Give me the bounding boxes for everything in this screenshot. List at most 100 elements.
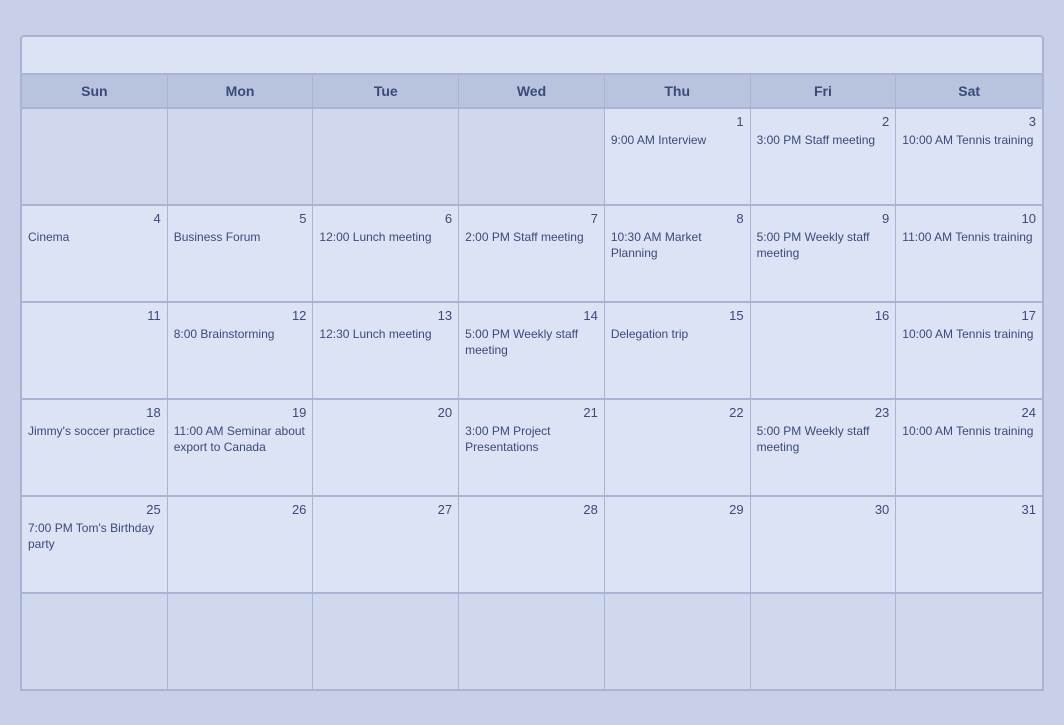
day-cell: 24 10:00 AM Tennis training <box>896 400 1042 495</box>
day-cell: 13 12:30 Lunch meeting <box>313 303 459 398</box>
day-number: 23 <box>757 405 890 420</box>
day-event: 3:00 PM Staff meeting <box>757 132 890 149</box>
day-number: 27 <box>319 502 452 517</box>
day-event: 5:00 PM Weekly staff meeting <box>465 326 598 360</box>
week-row: 25 7:00 PM Tom's Birthday party 26 27 28 29 30… <box>22 497 1042 594</box>
week-row: 19:00 AM Interview 2 3:00 PM Staff meeting… <box>22 109 1042 206</box>
day-header: Tue <box>313 75 459 107</box>
day-number: 13 <box>319 308 452 323</box>
day-cell <box>22 594 168 689</box>
day-event: 5:00 PM Weekly staff meeting <box>757 229 890 263</box>
day-header: Fri <box>751 75 897 107</box>
day-cell <box>896 594 1042 689</box>
day-cell <box>168 594 314 689</box>
day-cell: 27 <box>313 497 459 592</box>
day-number: 1 <box>611 114 744 129</box>
day-number: 17 <box>902 308 1036 323</box>
day-event: 11:00 AM Tennis training <box>902 229 1036 246</box>
day-number: 25 <box>28 502 161 517</box>
day-event: 12:00 Lunch meeting <box>319 229 452 246</box>
day-cell: 128:00 Brainstorming <box>168 303 314 398</box>
day-cell: 6 12:00 Lunch meeting <box>313 206 459 301</box>
week-row: 11 128:00 Brainstorming 13 12:30 Lunch meet… <box>22 303 1042 400</box>
day-event: 10:00 AM Tennis training <box>902 423 1036 440</box>
day-cell: 20 <box>313 400 459 495</box>
day-header: Thu <box>605 75 751 107</box>
day-cell: 11 <box>22 303 168 398</box>
day-cell <box>313 594 459 689</box>
day-number: 16 <box>757 308 890 323</box>
day-number: 7 <box>465 211 598 226</box>
day-cell: 19:00 AM Interview <box>605 109 751 204</box>
day-number: 12 <box>174 308 307 323</box>
day-header: Mon <box>168 75 314 107</box>
day-cell: 25 7:00 PM Tom's Birthday party <box>22 497 168 592</box>
day-event: 11:00 AM Seminar about export to Canada <box>174 423 307 457</box>
day-number: 6 <box>319 211 452 226</box>
day-cell: 19 11:00 AM Seminar about export to Canad… <box>168 400 314 495</box>
day-cell: 10 11:00 AM Tennis training <box>896 206 1042 301</box>
day-cell: 4Cinema <box>22 206 168 301</box>
day-number: 9 <box>757 211 890 226</box>
day-event: 12:30 Lunch meeting <box>319 326 452 343</box>
day-event: 10:00 AM Tennis training <box>902 132 1036 149</box>
day-number: 18 <box>28 405 161 420</box>
week-row: 18 Jimmy's soccer practice 19 11:00 AM Semi… <box>22 400 1042 497</box>
day-headers-row: SunMonTueWedThuFriSat <box>22 75 1042 109</box>
day-header: Sat <box>896 75 1042 107</box>
day-number: 28 <box>465 502 598 517</box>
day-number: 3 <box>902 114 1036 129</box>
day-cell: 18 Jimmy's soccer practice <box>22 400 168 495</box>
day-number: 26 <box>174 502 307 517</box>
day-number: 24 <box>902 405 1036 420</box>
day-cell <box>168 109 314 204</box>
day-event: 5:00 PM Weekly staff meeting <box>757 423 890 457</box>
day-cell: 29 <box>605 497 751 592</box>
day-number: 31 <box>902 502 1036 517</box>
day-cell: 2 3:00 PM Staff meeting <box>751 109 897 204</box>
day-event: Jimmy's soccer practice <box>28 423 161 440</box>
calendar-wrapper: SunMonTueWedThuFriSat 19:00 AM Interview… <box>10 25 1054 701</box>
day-cell: 22 <box>605 400 751 495</box>
calendar-grid: SunMonTueWedThuFriSat 19:00 AM Interview… <box>20 73 1044 691</box>
day-cell: 28 <box>459 497 605 592</box>
day-number: 19 <box>174 405 307 420</box>
day-number: 22 <box>611 405 744 420</box>
day-cell: 3 10:00 AM Tennis training <box>896 109 1042 204</box>
day-cell: 1710:00 AM Tennis training <box>896 303 1042 398</box>
day-number: 29 <box>611 502 744 517</box>
day-event: Delegation trip <box>611 326 744 343</box>
day-event: Business Forum <box>174 229 307 246</box>
day-number: 21 <box>465 405 598 420</box>
day-number: 30 <box>757 502 890 517</box>
day-number: 5 <box>174 211 307 226</box>
day-number: 14 <box>465 308 598 323</box>
day-header: Sun <box>22 75 168 107</box>
day-cell <box>459 109 605 204</box>
day-cell <box>459 594 605 689</box>
day-cell: 26 <box>168 497 314 592</box>
day-event: Cinema <box>28 229 161 246</box>
day-cell: 31 <box>896 497 1042 592</box>
week-row <box>22 594 1042 689</box>
day-event: 2:00 PM Staff meeting <box>465 229 598 246</box>
day-cell: 30 <box>751 497 897 592</box>
day-cell <box>22 109 168 204</box>
day-header: Wed <box>459 75 605 107</box>
day-cell <box>313 109 459 204</box>
day-event: 7:00 PM Tom's Birthday party <box>28 520 161 554</box>
week-row: 4Cinema 5 Business Forum 6 12:00 Lunch meeti… <box>22 206 1042 303</box>
day-cell: 810:30 AM Market Planning <box>605 206 751 301</box>
day-number: 2 <box>757 114 890 129</box>
day-event: 3:00 PM Project Presentations <box>465 423 598 457</box>
day-number: 11 <box>28 308 161 323</box>
day-cell: 9 5:00 PM Weekly staff meeting <box>751 206 897 301</box>
weeks-container: 19:00 AM Interview 2 3:00 PM Staff meeting… <box>22 109 1042 689</box>
day-cell: 14 5:00 PM Weekly staff meeting <box>459 303 605 398</box>
day-cell: 15 Delegation trip <box>605 303 751 398</box>
day-cell <box>751 594 897 689</box>
day-number: 10 <box>902 211 1036 226</box>
day-number: 15 <box>611 308 744 323</box>
day-cell: 21 3:00 PM Project Presentations <box>459 400 605 495</box>
day-cell: 16 <box>751 303 897 398</box>
